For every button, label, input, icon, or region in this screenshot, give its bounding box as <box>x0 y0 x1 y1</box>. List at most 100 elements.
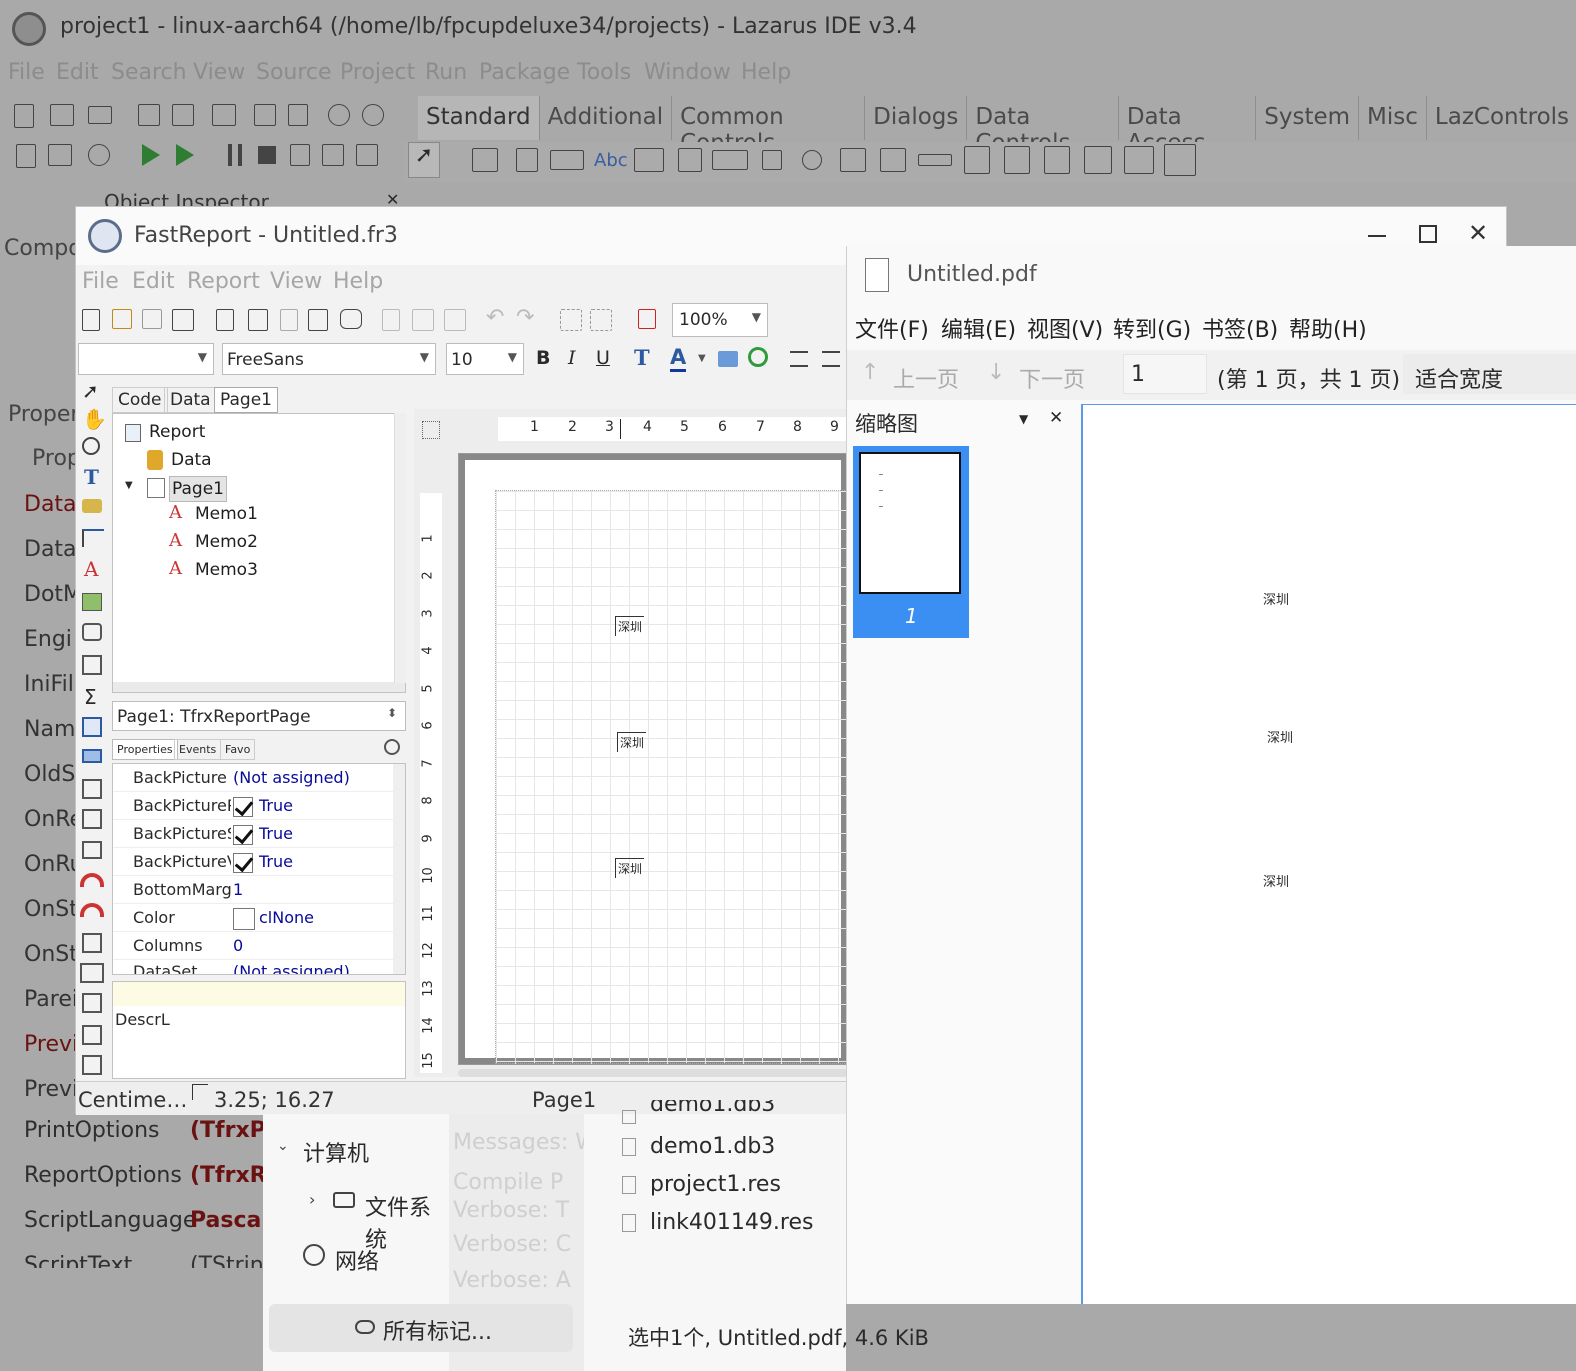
maximize-icon[interactable] <box>1419 225 1437 243</box>
oi-row-scriptlanguage[interactable]: ScriptLanguage <box>24 1208 196 1233</box>
picture-tool-icon[interactable] <box>82 593 102 611</box>
prop-row[interactable]: Columns 0 <box>113 932 393 960</box>
palette-tab-additional[interactable]: Additional <box>540 96 673 140</box>
menu-run[interactable]: Run <box>425 60 467 85</box>
options-icon[interactable] <box>288 104 308 126</box>
table-tool-icon[interactable] <box>82 841 102 859</box>
palette-tab-data-access[interactable]: Data Access <box>1119 96 1257 156</box>
tbutton-icon[interactable] <box>550 150 584 170</box>
view-units-icon[interactable] <box>254 104 276 126</box>
tradiogroup-icon[interactable] <box>1004 146 1030 174</box>
menu-view[interactable]: View <box>193 60 245 85</box>
prop-row[interactable]: DataSet (Not assigned) <box>113 960 393 974</box>
tab-properties[interactable]: Properties <box>112 739 178 760</box>
palette-tab-data-controls[interactable]: Data Controls <box>967 96 1119 156</box>
file-item[interactable]: project1.res <box>650 1172 781 1197</box>
copy-icon[interactable] <box>412 309 434 331</box>
fr-menu-file[interactable]: File <box>82 269 119 294</box>
prop-row[interactable]: Color clNone <box>113 904 393 932</box>
rotate-icon[interactable] <box>748 347 768 367</box>
tpanel-icon[interactable] <box>1084 146 1112 174</box>
palette-tab-standard[interactable]: Standard <box>418 96 540 140</box>
palette-tab-common-controls[interactable]: Common Controls <box>672 96 866 156</box>
pdf-menu-edit[interactable]: 编辑(E) <box>941 312 1016 344</box>
pdf-menu-view[interactable]: 视图(V) <box>1027 312 1103 344</box>
view-forms-icon[interactable] <box>16 144 36 168</box>
color-swatch[interactable] <box>233 908 255 930</box>
design-h-scrollbar[interactable] <box>458 1069 848 1077</box>
checkbox-checked-icon[interactable] <box>233 824 257 845</box>
pdf-menu-help[interactable]: 帮助(H) <box>1289 312 1367 344</box>
stop-icon[interactable] <box>258 146 276 164</box>
prop-row[interactable]: BackPictureStretched True <box>113 820 393 848</box>
barcode-tool-icon[interactable] <box>82 933 102 953</box>
oi-row[interactable]: Engi <box>24 627 72 652</box>
selection-pointer-icon[interactable]: ➚ <box>408 142 440 178</box>
richtext-tool-icon[interactable] <box>82 779 102 799</box>
hand-tool-icon[interactable]: ✋ <box>82 407 107 431</box>
prop-row[interactable]: BackPicture (Not assigned) <box>113 764 393 792</box>
bring-to-front-icon[interactable] <box>638 309 656 329</box>
tscrollbar-icon[interactable] <box>918 154 952 166</box>
tab-data[interactable]: Data <box>164 387 217 413</box>
prop-value[interactable]: True <box>259 824 293 843</box>
page-settings-icon[interactable] <box>308 309 328 331</box>
next-page-button[interactable]: 下一页 <box>1019 362 1085 394</box>
menu-tools[interactable]: Tools <box>577 60 631 85</box>
font-color-icon[interactable]: A <box>670 345 687 372</box>
ttogglebox-icon[interactable] <box>712 150 748 170</box>
arrow-up-icon[interactable]: ↑ <box>861 360 879 385</box>
tgroupbox-icon[interactable] <box>964 146 990 174</box>
oi-row[interactable]: Nam <box>24 717 75 742</box>
text-tool-icon[interactable]: T <box>84 465 99 489</box>
prop-row[interactable]: BackPictureVisible True <box>113 848 393 876</box>
menu-project[interactable]: Project <box>340 60 415 85</box>
grid-align-icon[interactable] <box>422 421 440 439</box>
redo-icon[interactable]: ↷ <box>516 305 534 330</box>
tree-item-memo1[interactable]: Memo1 <box>195 504 258 524</box>
tags-button[interactable]: 所有标记... <box>269 1304 573 1352</box>
oi-value-printoptions[interactable]: (TfrxPrintOptions) <box>190 1118 263 1143</box>
oi-row-scripttext[interactable]: ScriptText <box>24 1253 132 1268</box>
packages-icon[interactable] <box>328 104 350 126</box>
tab-events[interactable]: Events <box>174 739 222 760</box>
fr-menu-edit[interactable]: Edit <box>132 269 175 294</box>
toggle-form-icon[interactable] <box>212 104 236 126</box>
palette-tab-misc[interactable]: Misc <box>1359 96 1427 140</box>
band-tool-icon[interactable] <box>82 529 104 547</box>
menu-help[interactable]: Help <box>741 60 791 85</box>
oi-value-scripttext[interactable]: (TStrings) <box>190 1253 263 1268</box>
style-combo[interactable]: ▼ <box>78 343 214 375</box>
shape-tool-icon[interactable] <box>82 749 102 763</box>
fr-menu-help[interactable]: Help <box>333 269 383 294</box>
memo1-object[interactable]: 深圳 <box>615 616 645 636</box>
map-tool-icon[interactable] <box>82 993 102 1013</box>
tree-item-page1[interactable]: Page1 <box>169 476 227 502</box>
find-icon[interactable] <box>340 309 362 329</box>
menu-edit[interactable]: Edit <box>56 60 99 85</box>
menu-package[interactable]: Package <box>479 60 570 85</box>
ungroup-icon[interactable] <box>590 309 612 331</box>
group-icon[interactable] <box>560 309 582 331</box>
components-icon[interactable] <box>362 104 384 126</box>
tmainmenu-icon[interactable] <box>472 148 498 172</box>
tedit-icon[interactable] <box>634 148 664 172</box>
oi-row-printoptions[interactable]: PrintOptions <box>24 1118 160 1143</box>
menu-window[interactable]: Window <box>644 60 731 85</box>
memo-tool-icon[interactable]: A <box>84 557 98 581</box>
tmemo-icon[interactable] <box>678 148 702 172</box>
prop-value[interactable]: (Not assigned) <box>233 768 350 787</box>
oi-row[interactable]: IniFil <box>24 672 74 697</box>
search-icon[interactable] <box>384 739 400 755</box>
palette-tab-system[interactable]: System <box>1256 96 1360 140</box>
menu-search[interactable]: Search <box>111 60 187 85</box>
tradiobutton-icon[interactable] <box>802 150 822 170</box>
highlight-icon[interactable] <box>718 351 738 367</box>
pdf-menu-goto[interactable]: 转到(G) <box>1113 312 1191 344</box>
oi-row-reportoptions[interactable]: ReportOptions <box>24 1163 182 1188</box>
run-debug-icon[interactable] <box>142 144 160 166</box>
open-folder-icon[interactable] <box>88 106 112 124</box>
tab-code[interactable]: Code <box>112 387 168 413</box>
list-tool-icon[interactable] <box>82 1025 102 1045</box>
oi-value-scriptlanguage[interactable]: PascalScript <box>190 1208 263 1233</box>
